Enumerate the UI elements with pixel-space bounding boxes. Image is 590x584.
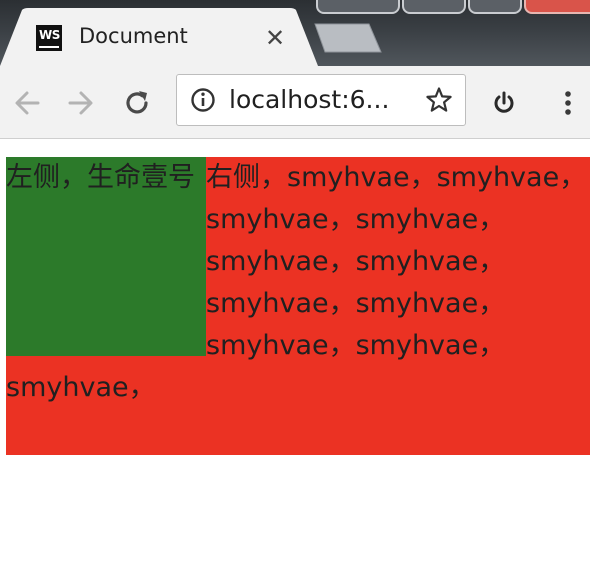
address-bar[interactable]: localhost:6... <box>176 74 466 126</box>
forward-arrow-icon[interactable] <box>66 88 96 118</box>
webstorm-favicon-icon: WS <box>36 25 62 51</box>
kebab-menu-icon[interactable] <box>553 88 583 118</box>
left-float-box: 左侧，生命壹号 <box>6 157 206 356</box>
tab-strip: WS Document ✕ <box>0 0 590 66</box>
new-tab-button[interactable] <box>313 22 383 54</box>
power-extension-icon[interactable] <box>489 88 519 118</box>
left-box-text: 左侧，生命壹号 <box>6 162 195 193</box>
window-control-button[interactable] <box>468 0 522 14</box>
window-control-button[interactable] <box>402 0 466 14</box>
window-close-button[interactable] <box>524 0 590 14</box>
info-icon[interactable] <box>190 87 216 113</box>
tab-close-icon[interactable]: ✕ <box>262 25 288 51</box>
back-arrow-icon[interactable] <box>12 88 42 118</box>
tab-title: Document <box>79 24 188 48</box>
bookmark-star-icon[interactable] <box>425 86 453 114</box>
reload-icon[interactable] <box>122 88 152 118</box>
address-url-text[interactable]: localhost:6... <box>229 85 389 114</box>
page-container: 左侧，生命壹号 右侧，smyhvae，smyhvae，smyhvae，smyhv… <box>6 157 590 455</box>
